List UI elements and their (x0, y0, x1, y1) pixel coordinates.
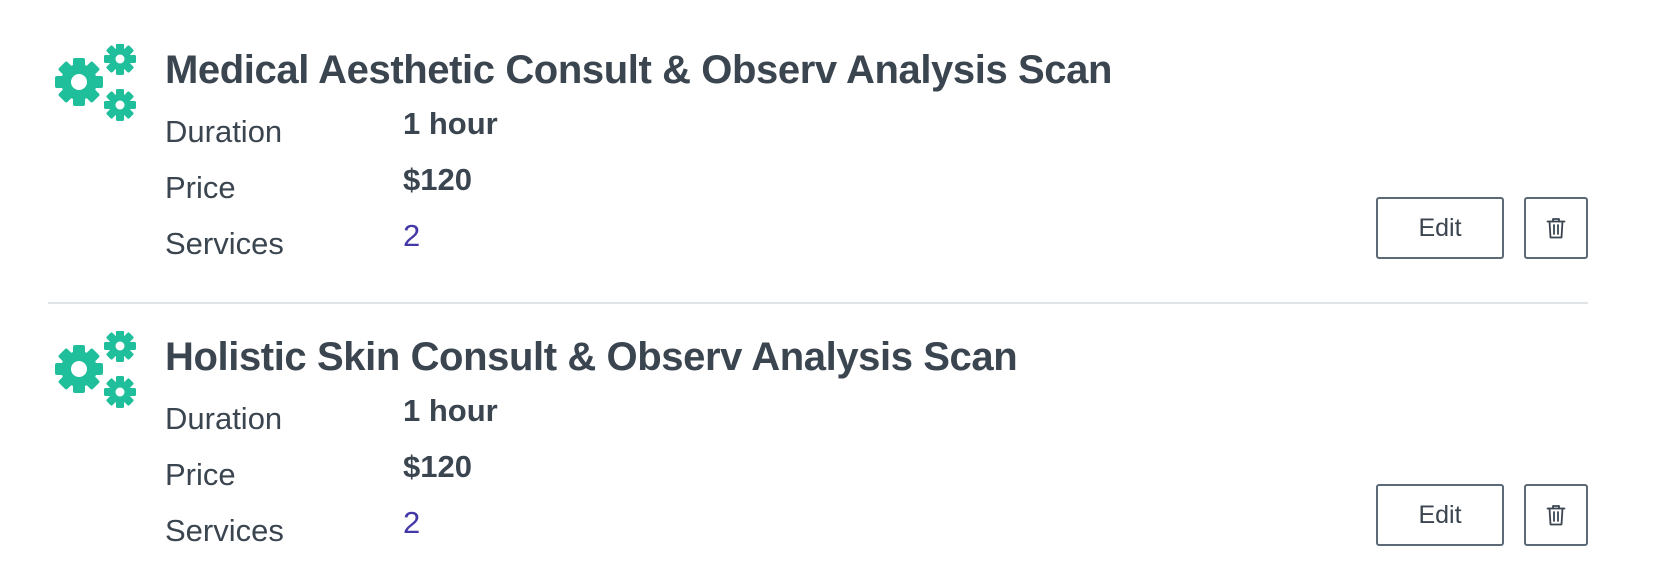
trash-icon (1546, 218, 1566, 239)
price-row: Price $120 (165, 160, 765, 212)
package-title: Holistic Skin Consult & Observ Analysis … (165, 335, 1018, 379)
services-label: Services (165, 513, 284, 548)
duration-row: Duration 1 hour (165, 104, 765, 156)
services-row: Services 2 (165, 503, 765, 555)
duration-value: 1 hour (403, 106, 498, 141)
services-count-link[interactable]: 2 (403, 503, 420, 543)
trash-icon (1546, 505, 1566, 526)
gears-icon (55, 44, 136, 121)
price-label: Price (165, 170, 236, 205)
edit-button[interactable]: Edit (1376, 484, 1504, 546)
package-item: Holistic Skin Consult & Observ Analysis … (48, 323, 1588, 583)
duration-row: Duration 1 hour (165, 391, 765, 443)
duration-label: Duration (165, 114, 283, 149)
price-value: $120 (403, 162, 472, 197)
divider (48, 302, 1588, 304)
package-item: Medical Aesthetic Consult & Observ Analy… (48, 36, 1588, 296)
duration-value: 1 hour (403, 393, 498, 428)
services-label: Services (165, 226, 284, 261)
package-title: Medical Aesthetic Consult & Observ Analy… (165, 48, 1113, 92)
delete-button[interactable] (1524, 197, 1588, 259)
edit-button[interactable]: Edit (1376, 197, 1504, 259)
price-value: $120 (403, 449, 472, 484)
gears-icon (55, 331, 136, 408)
services-row: Services 2 (165, 216, 765, 268)
price-row: Price $120 (165, 447, 765, 499)
price-label: Price (165, 457, 236, 492)
delete-button[interactable] (1524, 484, 1588, 546)
services-count-link[interactable]: 2 (403, 216, 420, 256)
duration-label: Duration (165, 401, 283, 436)
